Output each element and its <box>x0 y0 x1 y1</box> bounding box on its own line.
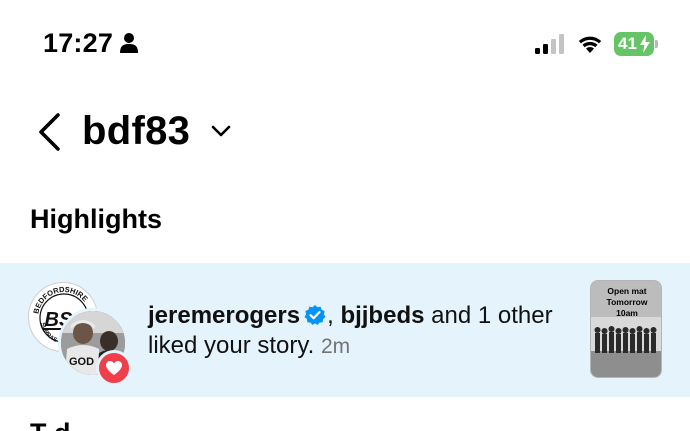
story-caption: Open mat Tomorrow 10am <box>606 286 648 318</box>
notification-row[interactable]: BEDFORDSHIRE SURRAS BSJ GOD jeremerogers <box>0 263 690 397</box>
battery-indicator: 41 <box>614 32 658 56</box>
chevron-down-icon[interactable] <box>210 124 232 138</box>
cellular-signal-icon <box>535 34 564 54</box>
notification-text: jeremerogers , bjjbeds and 1 other liked… <box>148 301 578 362</box>
status-time: 17:27 <box>43 28 114 58</box>
svg-text:GOD: GOD <box>69 356 94 368</box>
like-badge <box>96 350 132 386</box>
back-arrow-icon[interactable] <box>36 112 62 152</box>
section-title-next: T d <box>30 418 71 431</box>
story-thumbnail[interactable]: Open mat Tomorrow 10am <box>590 280 662 378</box>
username-bjjbeds[interactable]: bjjbeds <box>340 302 424 329</box>
charging-bolt-icon <box>640 35 650 53</box>
separator: , <box>327 302 334 329</box>
person-icon <box>120 33 138 53</box>
username-jeremerogers[interactable]: jeremerogers <box>148 302 300 329</box>
heart-icon <box>106 361 122 375</box>
wifi-icon <box>578 36 602 53</box>
battery-level: 41 <box>618 34 637 53</box>
section-title-highlights: Highlights <box>30 204 162 234</box>
verified-badge-icon <box>304 305 326 325</box>
account-switcher-title[interactable]: bdf83 <box>82 109 190 154</box>
header: bdf83 <box>0 95 690 175</box>
notification-time: 2m <box>320 335 351 358</box>
status-bar: 17:27 41 <box>0 0 690 90</box>
